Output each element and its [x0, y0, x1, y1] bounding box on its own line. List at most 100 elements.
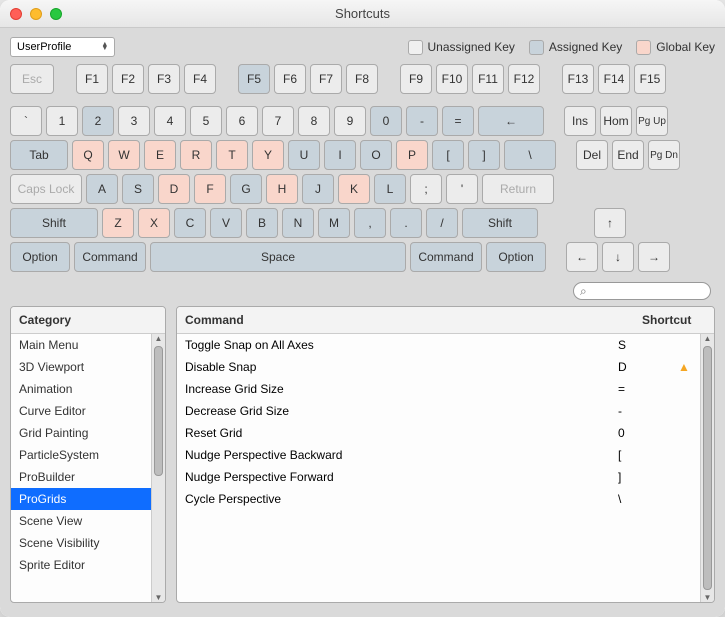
key-del[interactable]: Del	[576, 140, 608, 170]
category-item[interactable]: Animation	[11, 378, 151, 400]
key-f6[interactable]: F6	[274, 64, 306, 94]
key-slash[interactable]: /	[426, 208, 458, 238]
command-row[interactable]: Nudge Perspective Forward]	[177, 466, 700, 488]
key-q[interactable]: Q	[72, 140, 104, 170]
key-space[interactable]: Space	[150, 242, 406, 272]
category-item[interactable]: ProBuilder	[11, 466, 151, 488]
key-comma[interactable]: ,	[354, 208, 386, 238]
key-z[interactable]: Z	[102, 208, 134, 238]
key-m[interactable]: M	[318, 208, 350, 238]
key-return[interactable]: Return	[482, 174, 554, 204]
command-row[interactable]: Increase Grid Size=	[177, 378, 700, 400]
profile-dropdown[interactable]: UserProfile ▲▼	[10, 37, 115, 57]
key-minus[interactable]: -	[406, 106, 438, 136]
category-item[interactable]: ParticleSystem	[11, 444, 151, 466]
key-equal[interactable]: =	[442, 106, 474, 136]
key-esc[interactable]: Esc	[10, 64, 54, 94]
key-v[interactable]: V	[210, 208, 242, 238]
key-backslash[interactable]: \	[504, 140, 556, 170]
key-f10[interactable]: F10	[436, 64, 468, 94]
key-f7[interactable]: F7	[310, 64, 342, 94]
key-capslock[interactable]: Caps Lock	[10, 174, 82, 204]
category-item[interactable]: Curve Editor	[11, 400, 151, 422]
key-f2[interactable]: F2	[112, 64, 144, 94]
key-h[interactable]: H	[266, 174, 298, 204]
key-g[interactable]: G	[230, 174, 262, 204]
scroll-thumb[interactable]	[703, 346, 712, 590]
key-lcommand[interactable]: Command	[74, 242, 146, 272]
key-tab[interactable]: Tab	[10, 140, 68, 170]
key-f11[interactable]: F11	[472, 64, 504, 94]
key-l[interactable]: L	[374, 174, 406, 204]
key-f9[interactable]: F9	[400, 64, 432, 94]
key-8[interactable]: 8	[298, 106, 330, 136]
key-1[interactable]: 1	[46, 106, 78, 136]
scroll-up-icon[interactable]: ▲	[701, 334, 714, 343]
key-i[interactable]: I	[324, 140, 356, 170]
key-f12[interactable]: F12	[508, 64, 540, 94]
key-f8[interactable]: F8	[346, 64, 378, 94]
key-f5[interactable]: F5	[238, 64, 270, 94]
key-b[interactable]: B	[246, 208, 278, 238]
key-3[interactable]: 3	[118, 106, 150, 136]
key-end[interactable]: End	[612, 140, 644, 170]
category-item[interactable]: Scene View	[11, 510, 151, 532]
command-row[interactable]: Disable SnapD▲	[177, 356, 700, 378]
key-lshift[interactable]: Shift	[10, 208, 98, 238]
scroll-down-icon[interactable]: ▼	[152, 593, 165, 602]
key-apostrophe[interactable]: '	[446, 174, 478, 204]
key-f15[interactable]: F15	[634, 64, 666, 94]
category-list[interactable]: Main Menu3D ViewportAnimationCurve Edito…	[11, 334, 151, 602]
search-input[interactable]	[573, 282, 711, 300]
key-t[interactable]: T	[216, 140, 248, 170]
key-2[interactable]: 2	[82, 106, 114, 136]
command-list[interactable]: Toggle Snap on All AxesSDisable SnapD▲In…	[177, 334, 700, 602]
key-f13[interactable]: F13	[562, 64, 594, 94]
command-scrollbar[interactable]: ▲ ▼	[700, 334, 714, 602]
key-r[interactable]: R	[180, 140, 212, 170]
key-n[interactable]: N	[282, 208, 314, 238]
key-f14[interactable]: F14	[598, 64, 630, 94]
key-p[interactable]: P	[396, 140, 428, 170]
key-9[interactable]: 9	[334, 106, 366, 136]
key-x[interactable]: X	[138, 208, 170, 238]
key-f[interactable]: F	[194, 174, 226, 204]
key-4[interactable]: 4	[154, 106, 186, 136]
key-f1[interactable]: F1	[76, 64, 108, 94]
key-d[interactable]: D	[158, 174, 190, 204]
category-scrollbar[interactable]: ▲ ▼	[151, 334, 165, 602]
scroll-up-icon[interactable]: ▲	[152, 334, 165, 343]
command-row[interactable]: Decrease Grid Size-	[177, 400, 700, 422]
command-row[interactable]: Cycle Perspective\	[177, 488, 700, 510]
scroll-thumb[interactable]	[154, 346, 163, 476]
key-semicolon[interactable]: ;	[410, 174, 442, 204]
category-item[interactable]: Scene Visibility	[11, 532, 151, 554]
key-0[interactable]: 0	[370, 106, 402, 136]
key-7[interactable]: 7	[262, 106, 294, 136]
category-item[interactable]: Main Menu	[11, 334, 151, 356]
key-f4[interactable]: F4	[184, 64, 216, 94]
key-home[interactable]: Hom	[600, 106, 632, 136]
key-roption[interactable]: Option	[486, 242, 546, 272]
key-w[interactable]: W	[108, 140, 140, 170]
key-e[interactable]: E	[144, 140, 176, 170]
key-right[interactable]: →	[638, 242, 670, 272]
key-ins[interactable]: Ins	[564, 106, 596, 136]
category-item[interactable]: 3D Viewport	[11, 356, 151, 378]
key-5[interactable]: 5	[190, 106, 222, 136]
key-lbracket[interactable]: [	[432, 140, 464, 170]
key-o[interactable]: O	[360, 140, 392, 170]
category-item[interactable]: ProGrids	[11, 488, 151, 510]
key-c[interactable]: C	[174, 208, 206, 238]
key-grave[interactable]: `	[10, 106, 42, 136]
key-y[interactable]: Y	[252, 140, 284, 170]
key-rbracket[interactable]: ]	[468, 140, 500, 170]
key-pgdn[interactable]: Pg Dn	[648, 140, 680, 170]
category-item[interactable]: Grid Painting	[11, 422, 151, 444]
scroll-down-icon[interactable]: ▼	[701, 593, 714, 602]
key-backspace[interactable]: ←	[478, 106, 544, 136]
key-j[interactable]: J	[302, 174, 334, 204]
key-up[interactable]: ↑	[594, 208, 626, 238]
key-down[interactable]: ↓	[602, 242, 634, 272]
command-row[interactable]: Reset Grid0	[177, 422, 700, 444]
